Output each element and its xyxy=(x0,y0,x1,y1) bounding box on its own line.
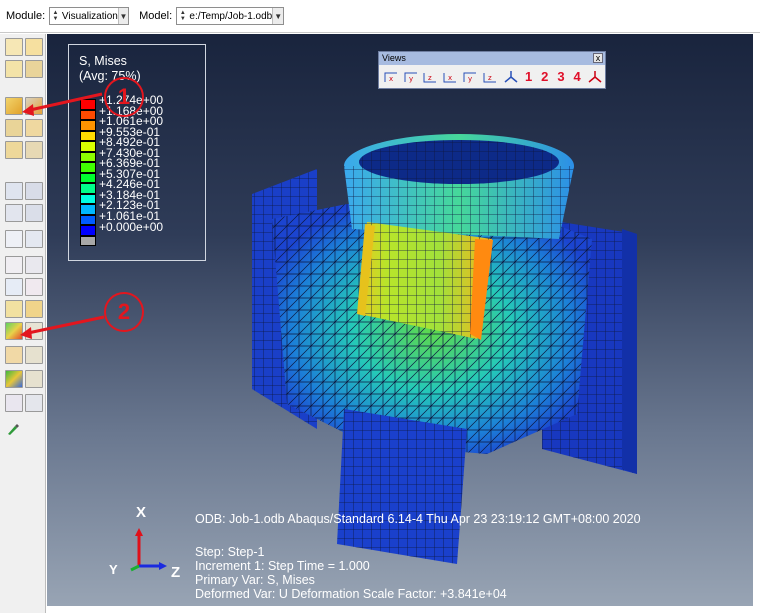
primary-var-info: Primary Var: S, Mises xyxy=(195,573,315,587)
legend-title: S, Mises xyxy=(79,54,127,68)
legend-swatch xyxy=(80,225,96,236)
xy-data-icon[interactable] xyxy=(25,278,43,296)
stream-options-icon[interactable] xyxy=(25,322,43,340)
legend-swatch xyxy=(80,162,96,173)
legend-value: +0.000e+00 xyxy=(99,219,164,234)
module-spin-icon[interactable]: ▲ ▼ xyxy=(52,9,59,23)
display-group-icon[interactable] xyxy=(5,346,23,364)
module-label: Module: xyxy=(6,10,46,22)
superimpose-icon[interactable] xyxy=(25,60,43,78)
view-back-icon[interactable]: y xyxy=(402,68,422,86)
path-icon[interactable] xyxy=(5,278,23,296)
view-4-button[interactable]: 4 xyxy=(569,68,585,86)
legend-swatch xyxy=(80,183,96,194)
animation-options-icon[interactable] xyxy=(25,204,43,222)
legend-swatch xyxy=(80,214,96,225)
plot-undeformed-icon[interactable] xyxy=(5,38,23,56)
svg-text:y: y xyxy=(468,75,472,83)
animate-time-icon[interactable] xyxy=(25,182,43,200)
legend-color-bar xyxy=(80,99,96,246)
viewport[interactable]: S, Mises (Avg: 75%) +1.274e+00 +1.168e+00… xyxy=(47,34,753,606)
annotation-one: 1 xyxy=(104,77,144,117)
free-body-icon[interactable] xyxy=(5,300,23,318)
model-label: Model: xyxy=(139,10,173,22)
contour-plot-icon[interactable] xyxy=(5,97,23,115)
view-left-icon[interactable]: z xyxy=(422,68,442,86)
view-cut-icon[interactable] xyxy=(25,230,43,248)
view-3-button[interactable]: 3 xyxy=(553,68,569,86)
paint-brush-icon[interactable] xyxy=(5,421,23,439)
triad-icon[interactable] xyxy=(5,230,23,248)
svg-text:x: x xyxy=(389,75,393,83)
model-value: e:/Temp/Job-1.odb xyxy=(189,10,273,22)
views-title-text: Views xyxy=(382,53,406,63)
view-right-icon[interactable]: x xyxy=(441,68,461,86)
contour-options-icon[interactable] xyxy=(25,97,43,115)
close-icon[interactable]: x xyxy=(593,53,603,63)
legend-swatch xyxy=(80,120,96,131)
legend-swatch xyxy=(80,130,96,141)
module-value: Visualization xyxy=(61,10,118,22)
animate-scale-icon[interactable] xyxy=(5,182,23,200)
animate-harmonic-icon[interactable] xyxy=(5,204,23,222)
views-buttons: x y z x y z 1 2 3 4 xyxy=(379,65,605,88)
view-1-button[interactable]: 1 xyxy=(520,68,536,86)
overlay-plot-icon[interactable] xyxy=(5,370,23,388)
legend-swatch xyxy=(80,109,96,120)
query-icon[interactable] xyxy=(5,256,23,274)
step-info: Step: Step-1 xyxy=(195,545,265,559)
symbol-options-icon[interactable] xyxy=(25,119,43,137)
plot-deformed-icon[interactable] xyxy=(25,38,43,56)
svg-text:z: z xyxy=(428,74,432,82)
view-top-icon[interactable]: y xyxy=(461,68,481,86)
chevron-down-icon[interactable]: ▼ xyxy=(272,8,284,24)
common-options-icon[interactable] xyxy=(5,60,23,78)
legend-swatch xyxy=(80,235,96,246)
view-user-icon[interactable] xyxy=(585,68,605,86)
svg-text:z: z xyxy=(488,74,492,82)
view-front-icon[interactable]: x xyxy=(382,68,402,86)
triad-z-label: Z xyxy=(171,564,181,581)
view-2-button[interactable]: 2 xyxy=(537,68,553,86)
model-spin-icon[interactable]: ▲ ▼ xyxy=(179,9,186,23)
model-combo[interactable]: ▲ ▼ e:/Temp/Job-1.odb ▼ xyxy=(176,7,285,25)
color-code-icon[interactable] xyxy=(5,394,23,412)
overlay-options-icon[interactable] xyxy=(25,370,43,388)
svg-text:x: x xyxy=(448,74,452,82)
triad-y-label: Y xyxy=(109,562,118,577)
legend-swatch xyxy=(80,99,96,110)
views-toolbar: Views x x y z x y z 1 2 3 4 xyxy=(378,51,606,89)
stream-plot-icon[interactable] xyxy=(5,322,23,340)
report-icon[interactable] xyxy=(25,256,43,274)
display-options-icon[interactable] xyxy=(25,346,43,364)
chevron-down-icon[interactable]: ▼ xyxy=(117,8,129,24)
context-bar: Module: ▲ ▼ Visualization ▼ Model: ▲ ▼ e:/… xyxy=(0,0,760,33)
legend-swatch xyxy=(80,141,96,152)
symbol-plot-icon[interactable] xyxy=(5,119,23,137)
material-orientation-icon[interactable] xyxy=(5,141,23,159)
contour-legend: S, Mises (Avg: 75%) +1.274e+00 +1.168e+00… xyxy=(68,44,206,261)
view-iso-icon[interactable] xyxy=(501,68,521,86)
svg-text:y: y xyxy=(409,75,413,83)
toolbox xyxy=(0,34,46,613)
odb-info: ODB: Job-1.odb Abaqus/Standard 6.14-4 Th… xyxy=(195,512,641,526)
legend-swatch xyxy=(80,172,96,183)
color-options-icon[interactable] xyxy=(25,394,43,412)
legend-swatch xyxy=(80,193,96,204)
views-title: Views x xyxy=(379,52,605,65)
annotation-two: 2 xyxy=(104,292,144,332)
increment-info: Increment 1: Step Time = 1.000 xyxy=(195,559,370,573)
module-combo[interactable]: ▲ ▼ Visualization ▼ xyxy=(49,7,130,25)
legend-swatch xyxy=(80,151,96,162)
deformed-var-info: Deformed Var: U Deformation Scale Factor… xyxy=(195,587,507,601)
orientation-options-icon[interactable] xyxy=(25,141,43,159)
view-bottom-icon[interactable]: z xyxy=(481,68,501,86)
triad-x-label: X xyxy=(136,504,147,521)
free-body-options-icon[interactable] xyxy=(25,300,43,318)
legend-swatch xyxy=(80,204,96,215)
